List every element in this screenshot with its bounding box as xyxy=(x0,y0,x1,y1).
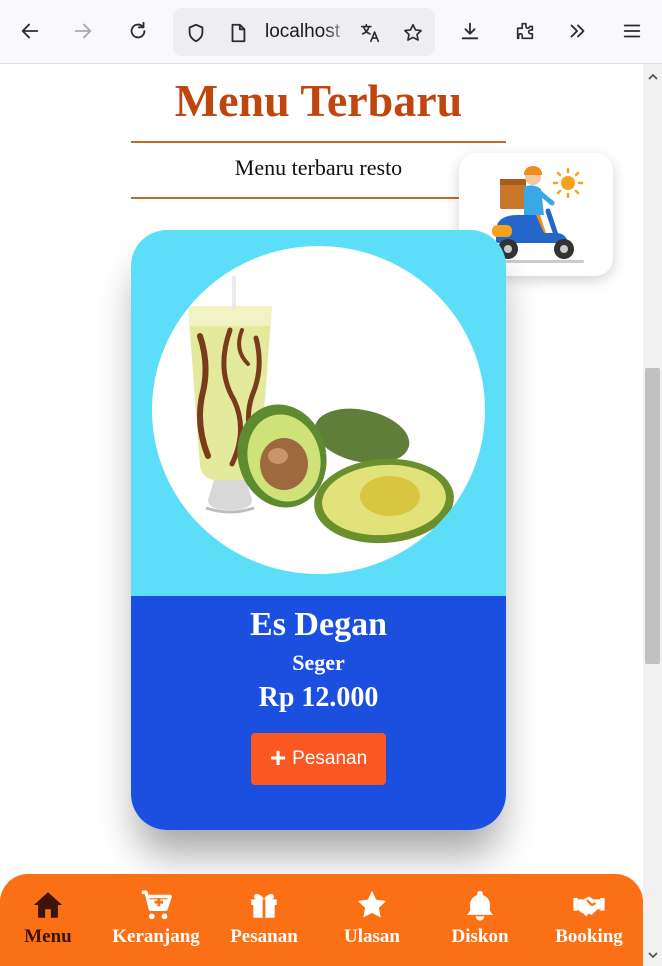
page-subtitle: Menu terbaru resto xyxy=(234,155,403,180)
download-icon[interactable] xyxy=(453,14,487,48)
shield-icon[interactable] xyxy=(183,20,209,46)
bottom-nav: Menu Keranjang Pesanan Ulasan Diskon Boo… xyxy=(0,874,643,966)
page-scrollbar[interactable] xyxy=(643,64,662,966)
page-icon[interactable] xyxy=(225,20,251,46)
nav-label: Ulasan xyxy=(344,926,400,947)
bookmark-star-icon[interactable] xyxy=(400,20,426,46)
nav-label: Pesanan xyxy=(230,926,298,947)
gift-icon xyxy=(210,888,318,922)
bell-icon xyxy=(426,888,534,922)
scroll-thumb[interactable] xyxy=(645,368,660,664)
page-title: Menu Terbaru xyxy=(174,75,463,126)
scroll-down-icon[interactable] xyxy=(643,946,662,964)
title-divider xyxy=(131,141,506,143)
nav-item-menu[interactable]: Menu xyxy=(0,874,102,966)
star-icon xyxy=(318,888,426,922)
menu-item-description: Seger xyxy=(292,650,345,675)
extensions-icon[interactable] xyxy=(508,14,542,48)
nav-item-diskon[interactable]: Diskon xyxy=(426,874,534,966)
nav-label: Booking xyxy=(555,926,623,947)
reload-icon[interactable] xyxy=(121,14,155,48)
nav-label: Diskon xyxy=(451,926,509,947)
menu-icon[interactable] xyxy=(615,14,649,48)
menu-item-name: Es Degan xyxy=(250,606,387,643)
menu-card: Es Degan Seger Rp 12.000 + Pesanan xyxy=(131,230,506,830)
nav-item-booking[interactable]: Booking xyxy=(535,874,643,966)
overflow-icon[interactable] xyxy=(561,14,595,48)
translate-icon[interactable] xyxy=(357,20,383,46)
menu-item-price: Rp 12.000 xyxy=(258,682,379,713)
home-icon xyxy=(0,888,102,922)
nav-item-pesanan[interactable]: Pesanan xyxy=(210,874,318,966)
browser-toolbar: localhost xyxy=(0,0,662,64)
plus-icon: + xyxy=(269,741,287,773)
handshake-icon xyxy=(535,888,643,922)
menu-item-image xyxy=(152,246,485,574)
scroll-up-icon[interactable] xyxy=(643,68,662,86)
menu-card-info: Es Degan Seger Rp 12.000 + Pesanan xyxy=(131,596,506,830)
address-bar[interactable]: localhost xyxy=(173,8,435,56)
nav-label: Menu xyxy=(24,926,72,947)
add-order-button[interactable]: + Pesanan xyxy=(251,733,386,785)
menu-card-image-area xyxy=(131,230,506,596)
add-order-label: Pesanan xyxy=(292,748,368,769)
subtitle-divider xyxy=(131,197,506,199)
nav-item-keranjang[interactable]: Keranjang xyxy=(102,874,210,966)
forward-icon[interactable] xyxy=(66,14,100,48)
avocado-drink-image xyxy=(188,276,454,544)
cart-icon xyxy=(102,888,210,922)
nav-label: Keranjang xyxy=(112,926,200,947)
nav-item-ulasan[interactable]: Ulasan xyxy=(318,874,426,966)
back-icon[interactable] xyxy=(13,14,47,48)
